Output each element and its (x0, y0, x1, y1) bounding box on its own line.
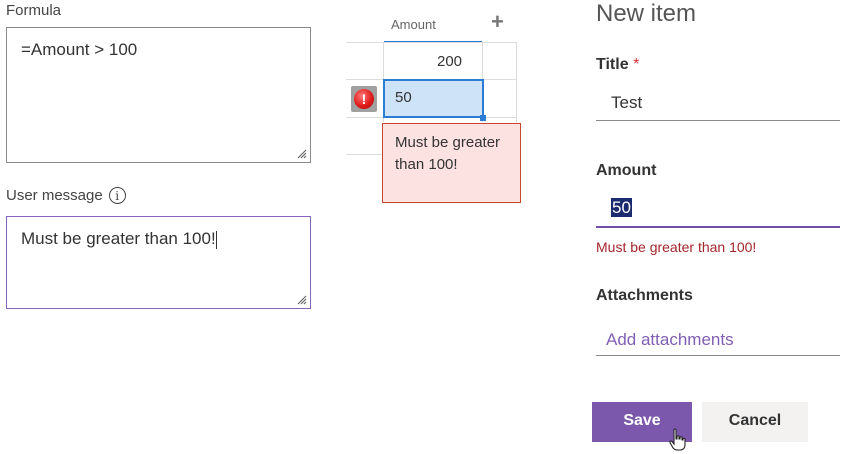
user-message-label: User message (6, 187, 103, 204)
column-header-underline (384, 41, 482, 42)
amount-input-value: 50 (611, 198, 632, 217)
form-title: New item (596, 0, 697, 27)
error-icon: ! (354, 89, 374, 109)
title-input[interactable]: Test (611, 93, 642, 113)
user-message-textarea[interactable]: Must be greater than 100! (6, 216, 311, 309)
title-label-text: Title (596, 56, 629, 73)
title-field-label: Title * (596, 56, 639, 74)
amount-error-message: Must be greater than 100! (596, 239, 757, 255)
user-message-value: Must be greater than 100! (21, 229, 216, 248)
formula-label: Formula (6, 2, 62, 19)
required-mark: * (633, 56, 640, 73)
title-input-underline (596, 120, 840, 121)
info-icon[interactable]: i (108, 187, 126, 205)
amount-input[interactable]: 50 (611, 198, 632, 218)
validation-tooltip: Must be greater than 100! (382, 123, 521, 203)
grid-cell-amount-editing[interactable]: 50 (383, 79, 484, 118)
fill-handle[interactable] (480, 115, 486, 121)
attachments-field-label: Attachments (596, 287, 693, 304)
amount-field-label: Amount (596, 162, 657, 179)
hand-cursor-icon (669, 428, 686, 451)
formula-textarea[interactable]: =Amount > 100 (6, 27, 311, 163)
grid-line (346, 154, 382, 155)
next-section-label-fragment (6, 446, 136, 454)
amount-input-underline (596, 226, 840, 228)
grid-line (346, 42, 516, 43)
formula-value: =Amount > 100 (21, 40, 138, 59)
column-header-amount[interactable]: Amount (391, 17, 436, 32)
add-column-button[interactable]: + (491, 9, 504, 35)
cancel-button[interactable]: Cancel (702, 402, 808, 442)
text-caret (215, 230, 217, 249)
grid-cell-amount[interactable]: 200 (437, 53, 462, 70)
add-attachments-link[interactable]: Add attachments (606, 330, 734, 350)
resize-grip-icon[interactable] (295, 147, 307, 159)
grid-line (516, 42, 517, 122)
resize-grip-icon[interactable] (295, 293, 307, 305)
grid-cell-amount-value: 50 (395, 89, 412, 106)
attachments-underline (596, 355, 840, 356)
row-error-indicator[interactable]: ! (351, 86, 377, 112)
user-message-label-row: User message i (6, 187, 126, 205)
